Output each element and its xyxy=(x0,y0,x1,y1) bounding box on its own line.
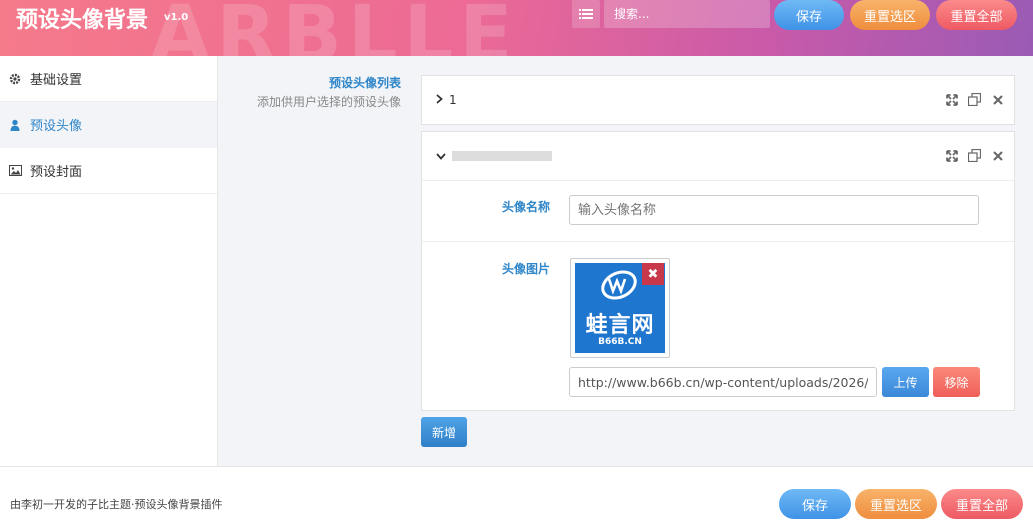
panel-header[interactable] xyxy=(422,132,1014,180)
upload-button[interactable]: 上传 xyxy=(882,367,929,397)
chevron-down-icon xyxy=(436,149,446,163)
avatar-panel-expanded: 头像名称 头像图片 蛙言网 B66B.CN ✖ 上传 移除 xyxy=(421,131,1015,411)
chevron-right-icon xyxy=(436,93,443,107)
gear-icon xyxy=(8,72,22,86)
top-header: ARBLLE 预设头像背景 v1.0 保存 重置选区 重置全部 xyxy=(0,0,1033,56)
reset-all-button[interactable]: 重置全部 xyxy=(936,0,1017,30)
search-input[interactable] xyxy=(604,0,770,28)
expand-icon[interactable] xyxy=(945,93,958,106)
sidebar-item-preset-avatar[interactable]: 预设头像 xyxy=(0,102,217,148)
footer-save-button[interactable]: 保存 xyxy=(779,489,851,519)
sidebar-item-basic-settings[interactable]: 基础设置 xyxy=(0,56,217,102)
avatar-name-label: 头像名称 xyxy=(501,200,550,214)
avatar-image-label: 头像图片 xyxy=(501,262,550,276)
user-icon xyxy=(8,118,22,132)
close-icon[interactable] xyxy=(991,149,1004,162)
footer-reset-all-button[interactable]: 重置全部 xyxy=(941,489,1023,519)
avatar-image-row: 头像图片 蛙言网 B66B.CN ✖ 上传 移除 xyxy=(422,241,1014,410)
page-title: 预设头像背景 xyxy=(16,8,149,33)
section-description: 添加供用户选择的预设头像 xyxy=(256,95,401,109)
image-icon xyxy=(8,164,22,178)
sidebar-item-preset-cover[interactable]: 预设封面 xyxy=(0,148,217,194)
sidebar-item-label: 预设头像 xyxy=(30,119,83,134)
panel-label-placeholder xyxy=(452,151,552,161)
panel-header[interactable]: 1 xyxy=(422,76,1014,124)
avatar-name-row: 头像名称 xyxy=(422,180,1014,241)
footer: 由李初一开发的子比主题·预设头像背景插件 保存 重置选区 重置全部 xyxy=(0,466,1033,528)
header-watermark: ARBLLE xyxy=(150,0,519,56)
remove-image-button[interactable]: ✖ xyxy=(642,263,664,285)
logo-subtext: B66B.CN xyxy=(598,337,642,347)
version-label: v1.0 xyxy=(164,12,189,23)
footer-credit: 由李初一开发的子比主题·预设头像背景插件 xyxy=(10,498,223,511)
avatar-preview: 蛙言网 B66B.CN ✖ xyxy=(570,258,670,358)
image-url-input[interactable] xyxy=(569,367,877,397)
avatar-name-input[interactable] xyxy=(569,195,979,225)
remove-button[interactable]: 移除 xyxy=(933,367,980,397)
expand-icon[interactable] xyxy=(945,149,958,162)
copy-icon[interactable] xyxy=(968,149,981,162)
copy-icon[interactable] xyxy=(968,93,981,106)
menu-toggle-button[interactable] xyxy=(572,0,600,28)
close-icon[interactable] xyxy=(991,93,1004,106)
close-icon: ✖ xyxy=(647,266,659,282)
sidebar-item-label: 基础设置 xyxy=(30,73,83,88)
logo-text: 蛙言网 xyxy=(585,313,655,338)
add-button[interactable]: 新增 xyxy=(421,417,467,447)
sidebar-item-label: 预设封面 xyxy=(30,165,83,180)
avatar-panel-collapsed[interactable]: 1 xyxy=(421,75,1015,125)
save-button[interactable]: 保存 xyxy=(774,0,844,30)
list-icon xyxy=(579,8,593,20)
reset-section-button[interactable]: 重置选区 xyxy=(850,0,930,30)
section-title: 预设头像列表 xyxy=(328,76,401,90)
sidebar: 基础设置 预设头像 预设封面 xyxy=(0,56,218,466)
panel-label: 1 xyxy=(449,93,457,107)
footer-reset-section-button[interactable]: 重置选区 xyxy=(855,489,937,519)
